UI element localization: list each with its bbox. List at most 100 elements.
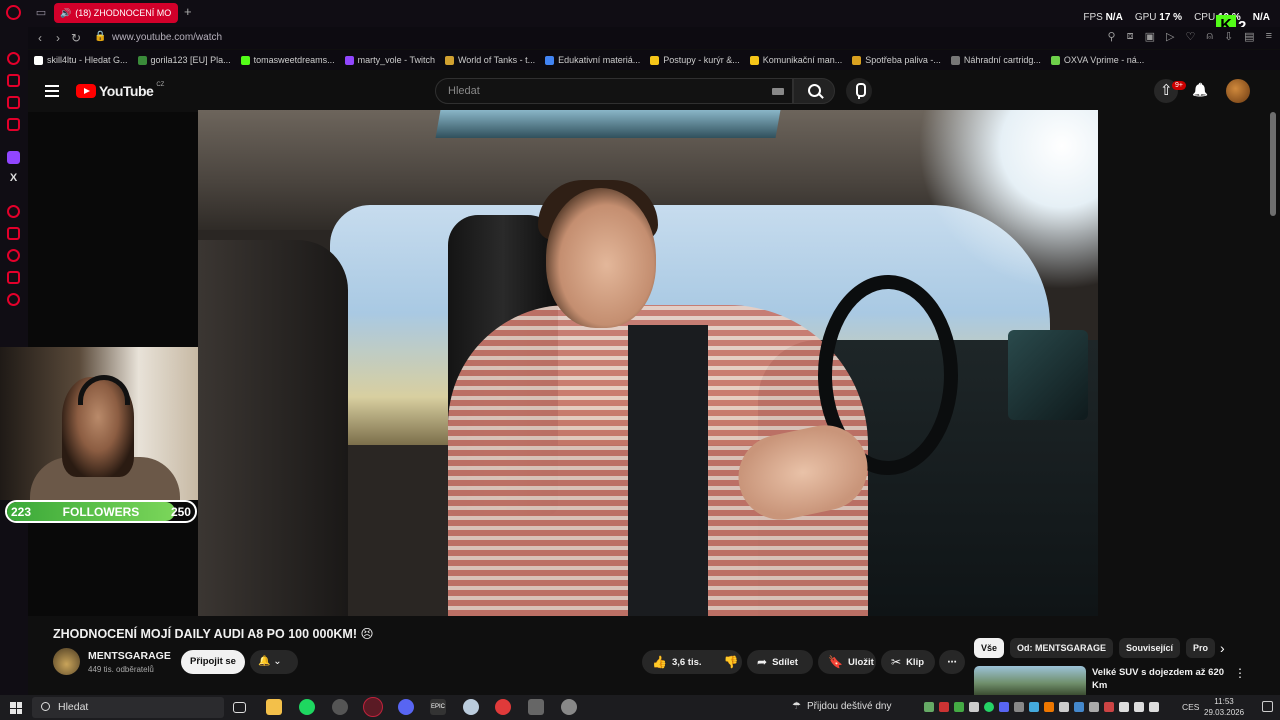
network-icon[interactable] bbox=[1119, 702, 1129, 712]
channel-name[interactable]: MENTSGARAGE bbox=[88, 650, 171, 662]
url-field[interactable]: www.youtube.com/watch bbox=[112, 32, 222, 43]
app-icon[interactable] bbox=[463, 699, 479, 715]
steam-icon[interactable] bbox=[332, 699, 348, 715]
tab-active[interactable]: 🔊 (18) ZHODNOCENÍ MO bbox=[54, 3, 178, 23]
file-explorer-icon[interactable] bbox=[266, 699, 282, 715]
bookmarks-sidebar-icon[interactable] bbox=[7, 227, 20, 240]
tray-icon-1[interactable] bbox=[924, 702, 934, 712]
tray-icon-4[interactable] bbox=[969, 702, 979, 712]
clip-button[interactable]: ✂ Klip bbox=[881, 650, 935, 674]
recommendation-title[interactable]: Velké SUV s dojezdem až 620 Km bbox=[1092, 666, 1232, 692]
channel-avatar[interactable] bbox=[53, 648, 80, 675]
tray-icon-11[interactable] bbox=[1104, 702, 1114, 712]
bookmark-item[interactable]: Edukativní materiá... bbox=[545, 55, 640, 65]
app-icon-2[interactable] bbox=[528, 699, 544, 715]
volume-icon[interactable] bbox=[1134, 702, 1144, 712]
bookmark-item[interactable]: gorila123 [EU] Pla... bbox=[137, 55, 231, 65]
instagram-icon[interactable] bbox=[7, 118, 20, 131]
weather-widget[interactable]: ☂ Přijdou deštivé dny bbox=[792, 701, 891, 712]
chevron-right-icon[interactable]: › bbox=[1220, 640, 1225, 656]
bookmark-item[interactable]: Spotřeba paliva -... bbox=[852, 55, 941, 65]
bookmark-item[interactable]: Postupy - kurýr &... bbox=[650, 55, 740, 65]
pinboard-icon[interactable] bbox=[7, 271, 20, 284]
save-button[interactable]: 🔖 Uložit bbox=[818, 650, 876, 674]
reload-button[interactable]: ↻ bbox=[68, 30, 84, 46]
player-icon[interactable]: ▷ bbox=[1166, 30, 1174, 43]
app-icon-3[interactable] bbox=[561, 699, 577, 715]
twitch-icon[interactable] bbox=[7, 151, 20, 164]
more-actions-button[interactable]: ⋯ bbox=[939, 650, 965, 674]
recommendation-more-icon[interactable]: ⋮ bbox=[1234, 666, 1246, 680]
tray-icon-7[interactable] bbox=[1044, 702, 1054, 712]
pin-icon[interactable]: ⚲ bbox=[1108, 30, 1116, 43]
search-input[interactable] bbox=[436, 79, 756, 103]
search-button[interactable] bbox=[793, 78, 835, 104]
filter-chip[interactable]: Vše bbox=[974, 638, 1005, 658]
bookmark-item[interactable]: tomasweetdreams... bbox=[240, 55, 335, 65]
tray-discord-icon[interactable] bbox=[999, 702, 1009, 712]
messenger-icon[interactable] bbox=[7, 96, 20, 109]
youtube-logo[interactable]: YouTube CZ bbox=[76, 82, 164, 99]
new-tab-button[interactable]: + bbox=[184, 4, 192, 19]
vpn-icon[interactable]: ▣ bbox=[1145, 30, 1155, 43]
taskbar-search[interactable]: Hledat bbox=[32, 697, 224, 718]
windows-start-icon[interactable] bbox=[10, 702, 22, 714]
hamburger-menu-icon[interactable] bbox=[45, 85, 59, 97]
bookmark-item[interactable]: World of Tanks - t... bbox=[444, 55, 535, 65]
voice-search-button[interactable] bbox=[846, 78, 872, 104]
bookmark-item[interactable]: Náhradní cartridg... bbox=[950, 55, 1041, 65]
filter-chip[interactable]: Pro bbox=[1186, 638, 1216, 658]
tray-icon-3[interactable] bbox=[954, 702, 964, 712]
keyboard-icon[interactable] bbox=[772, 88, 784, 95]
epic-games-icon[interactable]: EPIC bbox=[430, 699, 446, 715]
notification-center-icon[interactable] bbox=[1262, 701, 1273, 712]
notifications-bell-icon[interactable] bbox=[1188, 79, 1212, 103]
gx-control-icon[interactable] bbox=[7, 52, 20, 65]
x-twitter-icon[interactable]: X bbox=[7, 172, 20, 185]
bookmark-item[interactable]: OXVA Vprime - ná... bbox=[1050, 55, 1144, 65]
thumbs-up-icon[interactable]: 👍 bbox=[652, 655, 667, 669]
taskbar-clock[interactable]: 11:53 29.03.2026 bbox=[1204, 696, 1244, 718]
spotify-icon[interactable] bbox=[299, 699, 315, 715]
download-icon[interactable]: ⇩ bbox=[1224, 30, 1233, 43]
player-sidebar-icon[interactable] bbox=[7, 205, 20, 218]
whatsapp-icon[interactable] bbox=[984, 702, 994, 712]
gx-corner-icon[interactable] bbox=[7, 74, 20, 87]
forward-button[interactable]: › bbox=[50, 30, 66, 46]
subscription-bell-button[interactable]: 🔔 ⌄ bbox=[250, 650, 298, 674]
tray-icon-10[interactable] bbox=[1089, 702, 1099, 712]
like-count[interactable]: 3,6 tis. bbox=[672, 657, 702, 668]
bookmark-item[interactable]: skill4ltu - Hledat G... bbox=[34, 55, 128, 65]
thumbs-down-icon[interactable]: 👎 bbox=[724, 655, 739, 669]
tray-icon-9[interactable] bbox=[1074, 702, 1084, 712]
tray-icon-5[interactable] bbox=[1014, 702, 1024, 712]
battery-icon[interactable] bbox=[1149, 702, 1159, 712]
user-avatar[interactable] bbox=[1226, 79, 1250, 103]
tray-icon-2[interactable] bbox=[939, 702, 949, 712]
join-button[interactable]: Připojit se bbox=[181, 650, 245, 674]
tray-icon-6[interactable] bbox=[1029, 702, 1039, 712]
task-view-icon[interactable] bbox=[233, 702, 246, 713]
page-scrollbar[interactable] bbox=[1270, 112, 1276, 216]
filter-chip[interactable]: Související bbox=[1119, 638, 1181, 658]
bookmark-item[interactable]: marty_vole - Twitch bbox=[344, 55, 435, 65]
recommendation-thumbnail[interactable] bbox=[974, 666, 1086, 695]
video-player[interactable] bbox=[198, 110, 1098, 616]
speaker-icon[interactable]: 🔊 bbox=[60, 8, 71, 19]
opera-gx-taskbar-icon[interactable] bbox=[363, 697, 383, 717]
bookmark-item[interactable]: Komunikační man... bbox=[749, 55, 842, 65]
heart-icon[interactable]: ♡ bbox=[1185, 30, 1195, 43]
history-icon[interactable] bbox=[7, 249, 20, 262]
opera-logo-icon[interactable] bbox=[6, 5, 21, 20]
discord-icon[interactable] bbox=[398, 699, 414, 715]
menu-icon[interactable]: ≡ bbox=[1266, 30, 1272, 43]
share-button[interactable]: ➦ Sdílet bbox=[747, 650, 813, 674]
settings-icon[interactable] bbox=[7, 293, 20, 306]
extensions-icon[interactable]: ▤ bbox=[1244, 30, 1254, 43]
account-icon[interactable]: ⍝ bbox=[1206, 30, 1213, 43]
language-indicator[interactable]: CES bbox=[1182, 702, 1199, 712]
tray-icon-8[interactable] bbox=[1059, 702, 1069, 712]
filter-chip[interactable]: Od: MENTSGARAGE bbox=[1010, 638, 1114, 658]
tab-islands-icon[interactable]: ▭ bbox=[34, 6, 48, 20]
back-button[interactable]: ‹ bbox=[32, 30, 48, 46]
